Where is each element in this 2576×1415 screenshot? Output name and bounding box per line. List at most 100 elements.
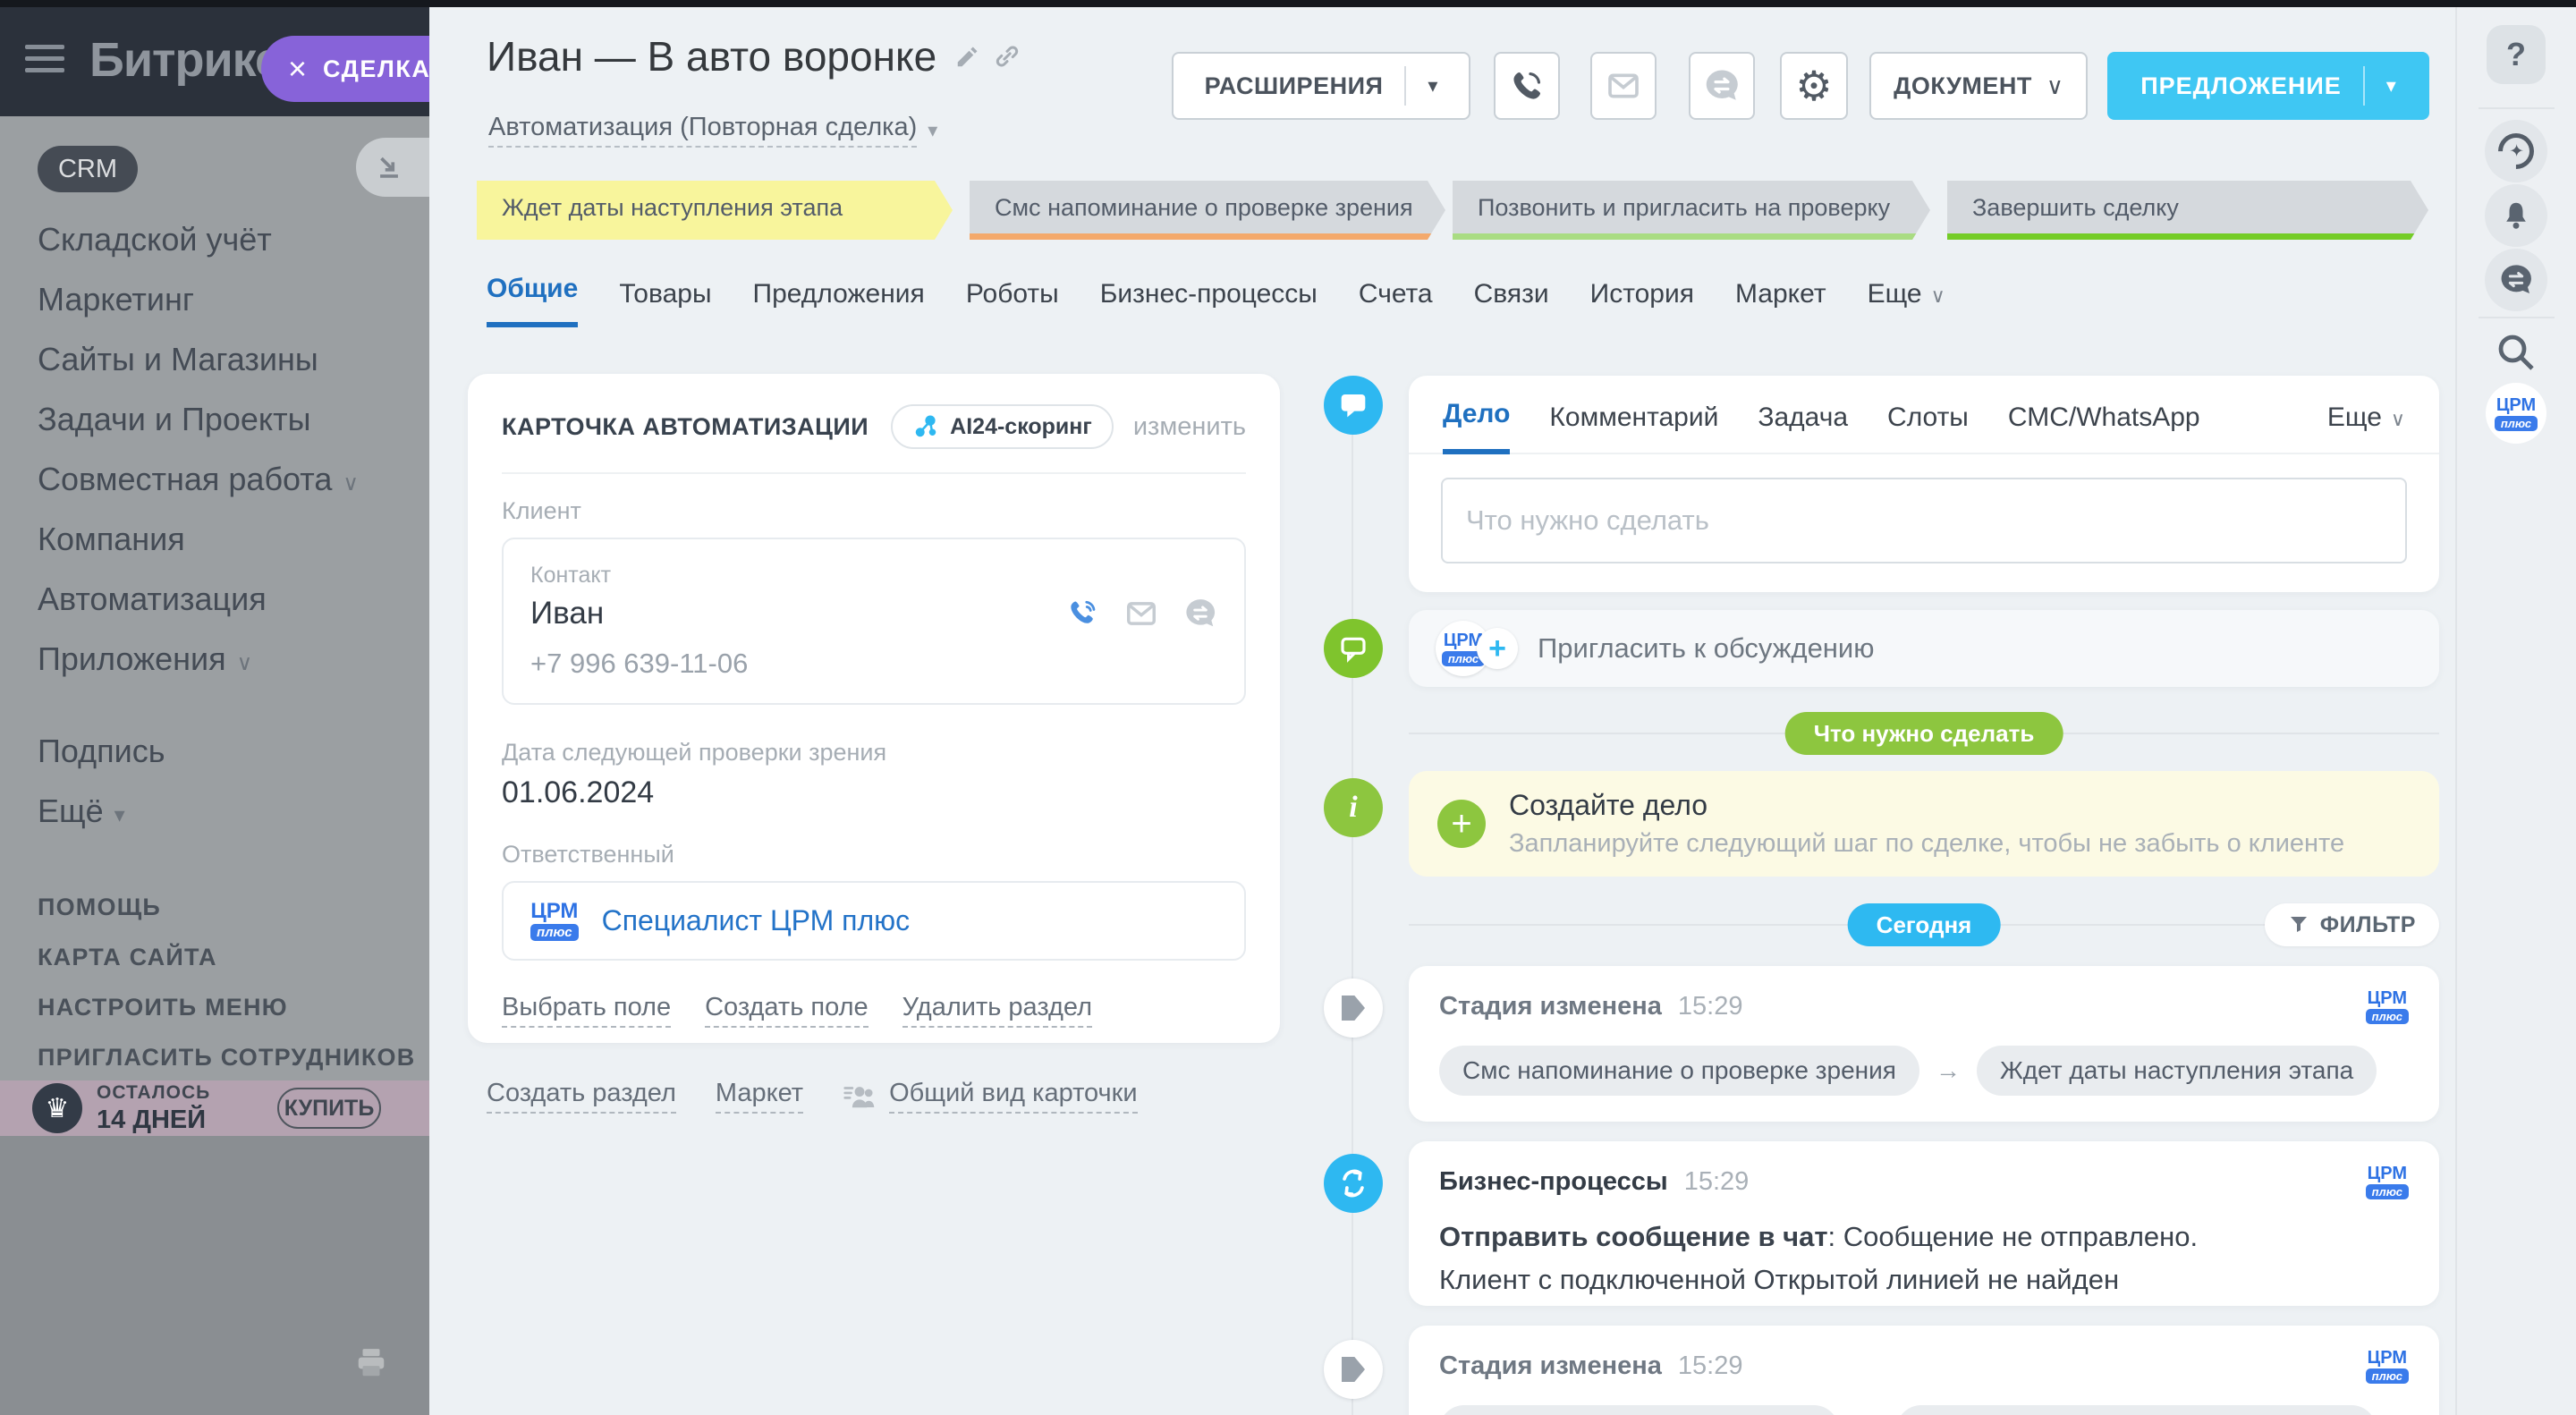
sidebar-item-sign[interactable]: Подпись (38, 721, 359, 781)
email-contact-icon[interactable] (1124, 597, 1158, 631)
tab-links[interactable]: Связи (1474, 279, 1549, 327)
document-button[interactable]: ДОКУМЕНТ ∨ (1869, 52, 2088, 120)
copy-link-icon[interactable] (994, 43, 1021, 70)
call-contact-icon[interactable] (1067, 597, 1099, 630)
timeline-entry-stage-change[interactable]: Стадия изменена 15:29 ЦРМплюс Смс напоми… (1409, 966, 2439, 1122)
sidebar-item-warehouse[interactable]: Складской учёт (38, 209, 359, 269)
tab-quotes[interactable]: Предложения (753, 279, 925, 327)
today-chip[interactable]: Сегодня (1848, 903, 2001, 946)
responsible-name-link[interactable]: Специалист ЦРМ плюс (602, 904, 911, 937)
extensions-button[interactable]: РАСШИРЕНИЯ ▾ (1172, 52, 1470, 120)
composer-tab-slots[interactable]: Слоты (1887, 402, 1969, 453)
funnel-icon (2288, 914, 2309, 936)
edit-title-icon[interactable] (954, 43, 981, 70)
stage-from-pill: Ждет даты наступления этапа (1439, 1405, 1839, 1415)
sidebar-item-automation[interactable]: Автоматизация (38, 569, 359, 629)
tab-market[interactable]: Маркет (1735, 279, 1826, 327)
today-row: Сегодня ФИЛЬТР (1409, 903, 2439, 946)
tab-history[interactable]: История (1590, 279, 1694, 327)
pipeline-selector[interactable]: Автоматизация (Повторная сделка) ▾ (488, 113, 937, 148)
sidebar-item-sites[interactable]: Сайты и Магазины (38, 329, 359, 389)
delete-section-link[interactable]: Удалить раздел (902, 993, 1092, 1028)
next-check-date-value[interactable]: 01.06.2024 (502, 775, 1246, 810)
add-participant-icon[interactable]: + (1477, 628, 1518, 669)
contact-phone[interactable]: +7 996 639-11-06 (530, 648, 1217, 680)
stage-call-invite[interactable]: Позвонить и пригласить на проверку (1453, 181, 1930, 240)
bizproc-icon (1324, 1154, 1383, 1213)
create-activity-hint: + Создайте дело Запланируйте следующий ш… (1409, 771, 2439, 877)
hamburger-menu-icon[interactable] (25, 45, 64, 80)
timeline-entry-stage-change[interactable]: Стадия изменена 15:29 ЦРМплюс Ждет даты … (1409, 1326, 2439, 1415)
messenger-button[interactable] (2485, 249, 2547, 311)
molecule-icon (912, 413, 939, 440)
sidebar-collapse-button[interactable] (356, 138, 429, 197)
contact-box[interactable]: Контакт Иван +7 996 639-11-06 (502, 538, 1246, 705)
open-line-chat-button[interactable] (1689, 52, 1755, 120)
timeline-entry-bizproc[interactable]: Бизнес-процессы 15:29 ЦРМплюс Отправить … (1409, 1141, 2439, 1306)
sidebar-item-tasks[interactable]: Задачи и Проекты (38, 389, 359, 449)
entry-time: 15:29 (1678, 1351, 1743, 1381)
contact-name[interactable]: Иван (530, 596, 604, 631)
create-section-link[interactable]: Создать раздел (487, 1079, 676, 1114)
card-view-link[interactable]: Общий вид карточки (889, 1079, 1137, 1114)
deal-slider-badge[interactable]: × СДЕЛКА (261, 36, 429, 102)
select-field-link[interactable]: Выбрать поле (502, 993, 671, 1028)
edit-card-link[interactable]: изменить (1133, 412, 1246, 442)
printer-icon[interactable] (354, 1346, 388, 1380)
stage-sms-reminder[interactable]: Смс напоминание о проверке зрения (970, 181, 1445, 240)
offer-button[interactable]: ПРЕДЛОЖЕНИЕ ▾ (2107, 52, 2429, 120)
call-button[interactable] (1494, 52, 1560, 120)
tab-bizproc[interactable]: Бизнес-процессы (1100, 279, 1318, 327)
question-icon: ? (2506, 36, 2526, 73)
invite-to-discussion[interactable]: ЦРМплюс + Пригласить к обсуждению (1409, 610, 2439, 687)
help-button[interactable]: ? (2487, 25, 2546, 84)
tab-robots[interactable]: Роботы (966, 279, 1059, 327)
configure-menu-link[interactable]: НАСТРОИТЬ МЕНЮ (38, 982, 415, 1032)
invite-employees-link[interactable]: ПРИГЛАСИТЬ СОТРУДНИКОВ (38, 1032, 415, 1082)
composer-tab-task[interactable]: Задача (1758, 402, 1848, 453)
crown-icon: ♛ (32, 1083, 82, 1133)
settings-button[interactable]: ⚙ (1780, 52, 1848, 120)
composer-tab-comment[interactable]: Комментарий (1549, 402, 1718, 453)
search-button[interactable] (2495, 331, 2538, 374)
tab-invoices[interactable]: Счета (1359, 279, 1433, 327)
invite-label: Пригласить к обсуждению (1538, 632, 1875, 665)
responsible-box[interactable]: ЦРМплюс Специалист ЦРМ плюс (502, 881, 1246, 961)
sidebar-item-marketing[interactable]: Маркетинг (38, 269, 359, 329)
stage-close-deal[interactable]: Завершить сделку (1947, 181, 2428, 240)
create-field-link[interactable]: Создать поле (705, 993, 869, 1028)
sidebar-item-collab[interactable]: Совместная работа∨ (38, 449, 359, 509)
sitemap-link[interactable]: КАРТА САЙТА (38, 932, 415, 982)
client-label: Клиент (502, 497, 1246, 525)
todo-input[interactable] (1441, 478, 2407, 563)
tab-more[interactable]: Еще∨ (1868, 279, 1945, 327)
caret-down-icon: ▾ (1428, 74, 1437, 97)
market-link[interactable]: Маркет (716, 1079, 803, 1114)
ai-scoring-badge[interactable]: AI24-скоринг (891, 404, 1114, 449)
entry-time: 15:29 (1684, 1167, 1750, 1197)
stage-waiting-date[interactable]: Ждет даты наступления этапа (477, 181, 953, 240)
composer-tab-sms[interactable]: СМС/WhatsApp (2008, 402, 2200, 453)
notifications-button[interactable] (2485, 184, 2547, 247)
buy-button[interactable]: КУПИТЬ (277, 1088, 381, 1129)
close-icon[interactable]: × (288, 53, 307, 85)
sidebar-item-company[interactable]: Компания (38, 509, 359, 569)
tab-products[interactable]: Товары (619, 279, 711, 327)
crm-plus-app-button[interactable]: ЦРМплюс (2486, 383, 2546, 444)
copilot-icon: ✦ (2491, 126, 2542, 177)
chat-contact-icon[interactable] (1183, 597, 1217, 631)
composer-tab-activity[interactable]: Дело (1443, 399, 1510, 454)
tab-general[interactable]: Общие (487, 274, 578, 327)
sidebar-item-more[interactable]: Ещё▾ (38, 781, 359, 841)
help-link[interactable]: ПОМОЩЬ (38, 882, 415, 932)
email-button[interactable] (1590, 52, 1657, 120)
sidebar-item-apps[interactable]: Приложения∨ (38, 629, 359, 689)
trial-days: 14 ДНЕЙ (97, 1106, 210, 1135)
copilot-button[interactable]: ✦ (2485, 120, 2547, 182)
add-activity-button[interactable]: + (1437, 800, 1486, 848)
composer-tab-more[interactable]: Еще∨ (2327, 402, 2405, 453)
sidebar-menu: Складской учёт Маркетинг Сайты и Магазин… (38, 209, 359, 841)
filter-button[interactable]: ФИЛЬТР (2265, 903, 2439, 946)
responsible-label: Ответственный (502, 841, 1246, 868)
crm-badge[interactable]: CRM (38, 146, 138, 192)
